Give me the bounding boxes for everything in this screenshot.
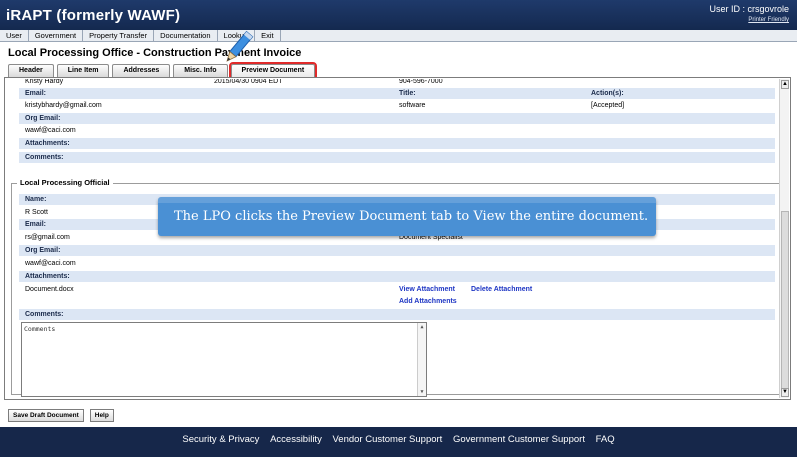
lpo-email-value: rs@gmail.com (25, 234, 70, 241)
footer-faq-link[interactable]: FAQ (596, 434, 615, 445)
page-title: Local Processing Office - Construction P… (8, 47, 302, 59)
lpo-row-comments-header: Comments: (19, 309, 775, 320)
pencil-pointer-icon (226, 30, 254, 62)
menu-government[interactable]: Government (29, 30, 84, 41)
lpo-org-email-value: wawf@caci.com (25, 260, 76, 267)
partial-phone: 904-596-7000 (399, 79, 443, 85)
lpo-row-attachment-file: Document.docx View Attachment Delete Att… (19, 284, 775, 295)
tab-header[interactable]: Header (8, 64, 54, 77)
scroll-down-arrow-icon[interactable]: ▼ (781, 388, 789, 397)
row-attachments-header: Attachments: (19, 138, 775, 149)
app-title: iRAPT (formerly WAWF) (6, 7, 181, 24)
actions-label: Action(s): (591, 90, 624, 97)
save-draft-button[interactable]: Save Draft Document (8, 409, 84, 422)
scroll-down-icon[interactable]: ▼ (419, 389, 425, 395)
bottom-button-bar: Save Draft Document Help (8, 409, 120, 422)
menu-property-transfer[interactable]: Property Transfer (83, 30, 155, 41)
lpo-row-add-attachments: Add Attachments (19, 296, 775, 307)
lpo-org-email-label: Org Email: (25, 247, 61, 254)
title-value: software (399, 102, 426, 109)
comments-textarea[interactable]: Comments ▲ ▼ (21, 322, 427, 397)
menu-documentation[interactable]: Documentation (154, 30, 218, 41)
lpo-row-attachments-header: Attachments: (19, 271, 775, 282)
tutorial-callout: The LPO clicks the Preview Document tab … (158, 197, 656, 236)
action-value: [Accepted] (591, 102, 625, 109)
lpo-email-label: Email: (25, 221, 47, 228)
app-header: iRAPT (formerly WAWF) User ID : crsgovro… (0, 0, 797, 30)
row-email-header: Email: Title: Action(s): (19, 88, 775, 99)
tab-line-item[interactable]: Line Item (56, 64, 110, 77)
title-label: Title: (399, 90, 416, 97)
lpo-row-org-email-value: wawf@caci.com (19, 258, 775, 269)
partial-date: 2015/04/30 0904 EDT (214, 79, 283, 85)
lpo-legend: Local Processing Official (17, 178, 113, 187)
tab-bar: Header Line Item Addresses Misc. Info Pr… (8, 62, 318, 79)
menu-user[interactable]: User (0, 30, 29, 41)
lpo-comments-label: Comments: (25, 311, 64, 318)
document-content-panel: Kristy Hardy 2015/04/30 0904 EDT 904-596… (4, 77, 791, 400)
attachments-label: Attachments: (25, 140, 70, 147)
partial-name: Kristy Hardy (25, 79, 64, 85)
row-org-email-value: wawf@caci.com (19, 125, 775, 136)
footer-accessibility-link[interactable]: Accessibility (270, 434, 322, 445)
scroll-up-arrow-icon[interactable]: ▲ (781, 80, 789, 89)
footer-vendor-support-link[interactable]: Vendor Customer Support (332, 434, 442, 445)
lpo-name-label: Name: (25, 196, 47, 203)
org-email-label: Org Email: (25, 115, 61, 122)
footer: Security & Privacy Accessibility Vendor … (0, 427, 797, 457)
partial-row: Kristy Hardy 2015/04/30 0904 EDT 904-596… (19, 79, 775, 86)
footer-security-privacy-link[interactable]: Security & Privacy (182, 434, 259, 445)
menu-exit[interactable]: Exit (255, 30, 281, 41)
menu-bar: User Government Property Transfer Docume… (0, 30, 797, 42)
user-id-label: User ID : crsgovrole (709, 4, 789, 14)
comments-label: Comments: (25, 154, 64, 161)
add-attachments-link[interactable]: Add Attachments (399, 296, 457, 307)
help-button[interactable]: Help (89, 409, 114, 422)
lpo-attachments-label: Attachments: (25, 273, 70, 280)
comments-placeholder: Comments (24, 325, 56, 333)
row-email-values: kristybhardy@gmail.com software [Accepte… (19, 100, 775, 111)
email-label: Email: (25, 90, 47, 97)
scroll-thumb[interactable] (781, 211, 789, 389)
org-email-value: wawf@caci.com (25, 127, 76, 134)
content-scrollbar[interactable]: ▲ ▼ (779, 79, 789, 398)
footer-government-support-link[interactable]: Government Customer Support (453, 434, 585, 445)
lpo-row-org-email-header: Org Email: (19, 245, 775, 256)
delete-attachment-link[interactable]: Delete Attachment (471, 284, 532, 295)
attachment-file-name: Document.docx (25, 286, 74, 293)
row-org-email-header: Org Email: (19, 113, 775, 124)
row-comments-header: Comments: (19, 152, 775, 163)
email-value: kristybhardy@gmail.com (25, 102, 102, 109)
lpo-name-value: R Scott (25, 209, 48, 216)
tab-addresses[interactable]: Addresses (112, 64, 171, 77)
scroll-up-icon[interactable]: ▲ (419, 324, 425, 330)
comments-scrollbar[interactable]: ▲ ▼ (417, 323, 426, 396)
view-attachment-link[interactable]: View Attachment (399, 284, 455, 295)
printer-friendly-link[interactable]: Printer Friendly (748, 17, 789, 23)
